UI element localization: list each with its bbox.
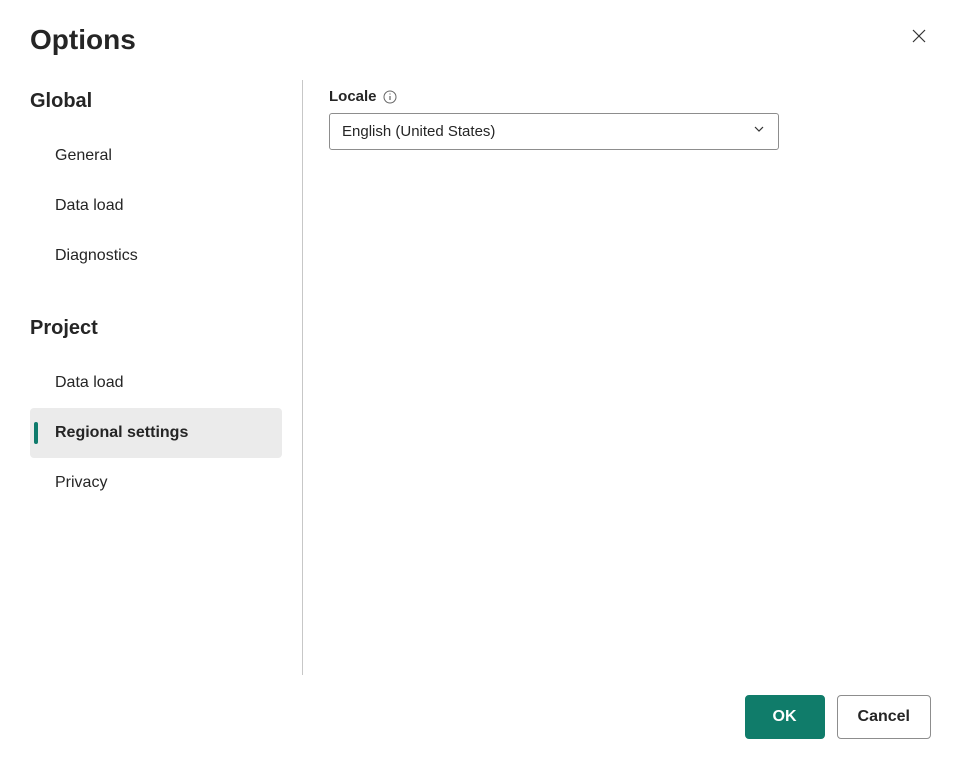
- nav-item-label: Data load: [55, 374, 124, 391]
- nav-item-label: Data load: [55, 197, 124, 214]
- section-header-project: Project: [30, 317, 302, 340]
- dialog-footer: OK Cancel: [30, 695, 931, 739]
- nav-item-label: Regional settings: [55, 424, 188, 441]
- nav-item-diagnostics[interactable]: Diagnostics: [30, 231, 282, 281]
- nav-item-label: Privacy: [55, 474, 107, 491]
- nav-item-general[interactable]: General: [30, 131, 282, 181]
- info-icon[interactable]: [383, 90, 397, 104]
- nav-item-project-data-load[interactable]: Data load: [30, 358, 282, 408]
- locale-select-value: English (United States): [342, 123, 495, 140]
- content-pane: Locale English (United States): [303, 80, 931, 675]
- nav-item-label: General: [55, 147, 112, 164]
- nav-item-privacy[interactable]: Privacy: [30, 458, 282, 508]
- locale-select[interactable]: English (United States): [329, 113, 779, 150]
- options-dialog: Options Global General Data load Diagnos…: [0, 0, 961, 769]
- close-button[interactable]: [907, 24, 931, 48]
- close-icon: [911, 28, 927, 44]
- dialog-title: Options: [30, 24, 931, 56]
- chevron-down-icon: [752, 122, 766, 141]
- dialog-body: Global General Data load Diagnostics Pro…: [30, 80, 931, 675]
- ok-button[interactable]: OK: [745, 695, 825, 739]
- section-header-global: Global: [30, 90, 302, 113]
- cancel-button[interactable]: Cancel: [837, 695, 931, 739]
- nav-item-label: Diagnostics: [55, 247, 138, 264]
- locale-label: Locale: [329, 88, 377, 105]
- locale-label-row: Locale: [329, 88, 931, 105]
- nav-item-global-data-load[interactable]: Data load: [30, 181, 282, 231]
- sidebar: Global General Data load Diagnostics Pro…: [30, 80, 303, 675]
- nav-item-regional-settings[interactable]: Regional settings: [30, 408, 282, 458]
